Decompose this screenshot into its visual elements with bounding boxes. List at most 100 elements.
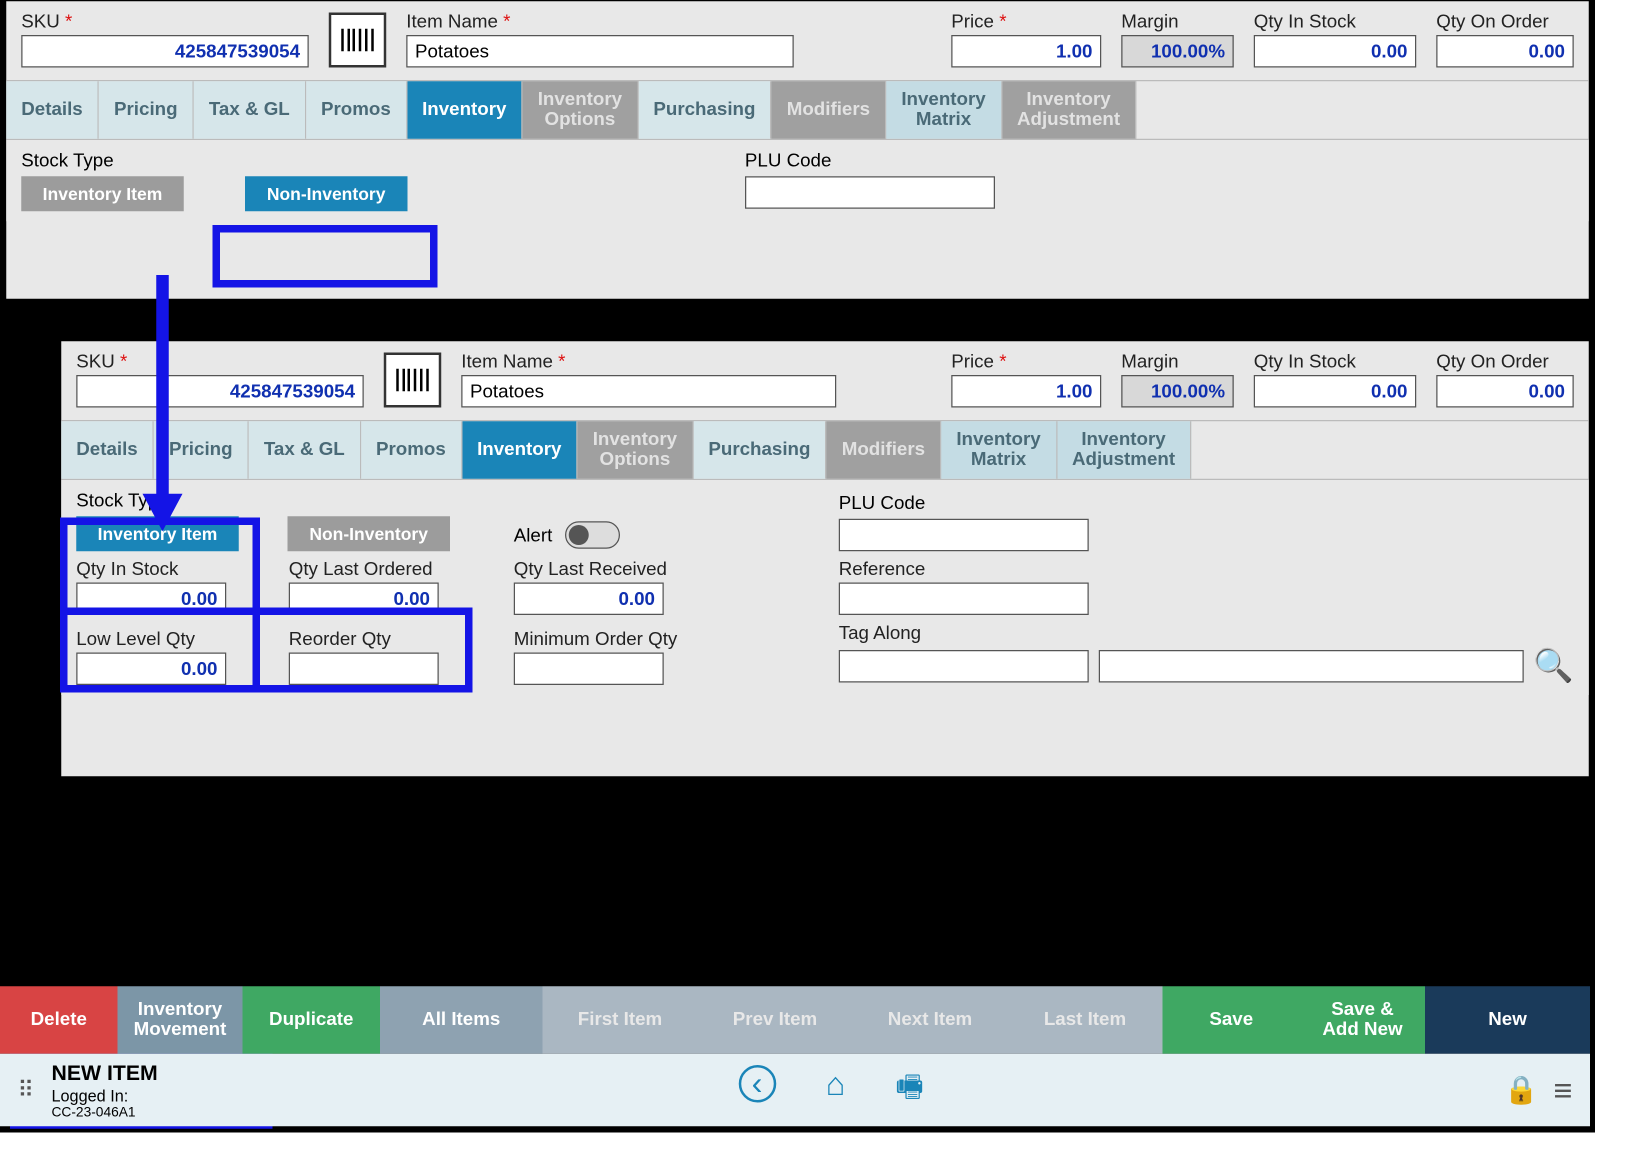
barcode-button-top[interactable] <box>329 13 387 68</box>
sku-input-bot[interactable] <box>76 375 364 408</box>
reorder-input[interactable] <box>289 653 439 686</box>
sku-field-bot: SKU <box>76 351 364 407</box>
low-level-input[interactable] <box>76 653 226 686</box>
save-add-new-button[interactable]: Save & Add New <box>1300 986 1425 1054</box>
plu-label-bot: PLU Code <box>839 493 1089 514</box>
tab-inventory-options-bot: Inventory Options <box>578 421 694 479</box>
back-icon[interactable]: ‹ <box>738 1064 776 1102</box>
tab-inventory-adjustment: Inventory Adjustment <box>1002 81 1136 139</box>
qty-in-stock-label: Qty In Stock <box>76 559 289 580</box>
non-inventory-button-bot[interactable]: Non-Inventory <box>287 516 450 551</box>
sku-field-top: SKU <box>21 11 309 67</box>
next-item-button[interactable]: Next Item <box>853 986 1008 1054</box>
price-input[interactable] <box>951 35 1101 68</box>
register-icon[interactable]: 🖷 <box>895 1064 923 1115</box>
tag-along-label: Tag Along <box>839 623 1574 644</box>
home-icon[interactable]: ⌂ <box>826 1064 846 1115</box>
price-input-bot[interactable] <box>951 375 1101 408</box>
tab-modifiers: Modifiers <box>772 81 887 139</box>
first-item-button[interactable]: First Item <box>543 986 698 1054</box>
min-order-input[interactable] <box>514 653 664 686</box>
barcode-button-bot[interactable] <box>384 353 442 408</box>
reference-input[interactable] <box>839 583 1089 616</box>
duplicate-button[interactable]: Duplicate <box>243 986 381 1054</box>
tab-tax-gl[interactable]: Tax & GL <box>194 81 306 139</box>
tab-promos[interactable]: Promos <box>306 81 407 139</box>
plu-input-top[interactable] <box>745 176 995 209</box>
qty-stock-input-bot[interactable] <box>1254 375 1417 408</box>
qty-last-ordered-input[interactable] <box>289 583 439 616</box>
margin-field-bot <box>1121 375 1234 408</box>
barcode-icon <box>394 366 432 394</box>
tab-inventory-adjustment-bot[interactable]: Inventory Adjustment <box>1057 421 1191 479</box>
status-bar: ⠿ NEW ITEM Logged In: CC-23-046A1 ‹ ⌂ 🖷 … <box>0 1054 1590 1127</box>
tab-pricing[interactable]: Pricing <box>99 81 194 139</box>
reference-label: Reference <box>839 559 1089 580</box>
apps-icon[interactable]: ⠿ <box>18 1077 37 1103</box>
tab-details-bot[interactable]: Details <box>61 421 154 479</box>
margin-label: Margin <box>1121 11 1234 32</box>
plu-input-bot[interactable] <box>839 519 1089 552</box>
qty-order-input-bot[interactable] <box>1436 375 1574 408</box>
new-button[interactable]: New <box>1425 986 1590 1054</box>
low-level-label: Low Level Qty <box>76 629 289 650</box>
tab-modifiers-bot: Modifiers <box>827 421 942 479</box>
item-name-field-top: Item Name <box>406 11 931 67</box>
sku-label: SKU <box>21 11 309 32</box>
min-order-label: Minimum Order Qty <box>514 629 839 650</box>
menu-icon[interactable]: ≡ <box>1554 1071 1573 1110</box>
prev-item-button[interactable]: Prev Item <box>698 986 853 1054</box>
inventory-movement-button[interactable]: Inventory Movement <box>118 986 243 1054</box>
status-code: CC-23-046A1 <box>51 1104 157 1119</box>
tab-purchasing[interactable]: Purchasing <box>638 81 771 139</box>
tab-purchasing-bot[interactable]: Purchasing <box>693 421 826 479</box>
margin-field <box>1121 35 1234 68</box>
save-button[interactable]: Save <box>1163 986 1301 1054</box>
qty-in-stock-input[interactable] <box>76 583 226 616</box>
search-icon[interactable]: 🔍 <box>1533 646 1573 685</box>
price-label: Price <box>951 11 1101 32</box>
status-logged: Logged In: <box>51 1086 157 1105</box>
price-field-top: Price <box>951 11 1101 67</box>
tabs-top: Details Pricing Tax & GL Promos Inventor… <box>6 80 1589 140</box>
plu-label-top: PLU Code <box>745 150 995 171</box>
inventory-item-button-top[interactable]: Inventory Item <box>21 176 184 211</box>
tab-tax-gl-bot[interactable]: Tax & GL <box>249 421 361 479</box>
qty-last-received-label: Qty Last Received <box>514 559 839 580</box>
last-item-button[interactable]: Last Item <box>1008 986 1163 1054</box>
stock-type-label-bot: Stock Type <box>76 490 514 511</box>
alert-toggle[interactable] <box>565 521 620 549</box>
tab-promos-bot[interactable]: Promos <box>361 421 462 479</box>
tab-inventory-options: Inventory Options <box>523 81 639 139</box>
tab-pricing-bot[interactable]: Pricing <box>154 421 249 479</box>
qty-stock-field-top: Qty In Stock <box>1254 11 1417 67</box>
item-name-label: Item Name <box>406 11 931 32</box>
tab-inventory[interactable]: Inventory <box>407 81 523 139</box>
inventory-item-button-bot[interactable]: Inventory Item <box>76 516 239 551</box>
reorder-label: Reorder Qty <box>289 629 514 650</box>
tab-inventory-matrix-bot[interactable]: Inventory Matrix <box>941 421 1057 479</box>
qty-stock-label: Qty In Stock <box>1254 11 1417 32</box>
delete-button[interactable]: Delete <box>0 986 118 1054</box>
barcode-icon <box>339 26 377 54</box>
lock-icon[interactable]: 🔒 <box>1504 1074 1538 1107</box>
status-title: NEW ITEM <box>51 1061 157 1086</box>
tab-inventory-bot[interactable]: Inventory <box>462 421 578 479</box>
tag-along-input-2[interactable] <box>1099 649 1524 682</box>
action-bar: Delete Inventory Movement Duplicate All … <box>0 986 1590 1054</box>
qty-order-input[interactable] <box>1436 35 1574 68</box>
non-inventory-button-top[interactable]: Non-Inventory <box>245 176 408 211</box>
qty-last-received-input[interactable] <box>514 583 664 616</box>
qty-stock-input[interactable] <box>1254 35 1417 68</box>
tab-details[interactable]: Details <box>6 81 99 139</box>
all-items-button[interactable]: All Items <box>380 986 543 1054</box>
qty-order-field-top: Qty On Order <box>1436 11 1574 67</box>
alert-label: Alert <box>514 524 553 545</box>
qty-order-label: Qty On Order <box>1436 11 1574 32</box>
tag-along-input-1[interactable] <box>839 649 1089 682</box>
item-name-input-bot[interactable] <box>461 375 836 408</box>
sku-input[interactable] <box>21 35 309 68</box>
margin-field-top: Margin <box>1121 11 1234 67</box>
tab-inventory-matrix[interactable]: Inventory Matrix <box>886 81 1002 139</box>
item-name-input[interactable] <box>406 35 794 68</box>
